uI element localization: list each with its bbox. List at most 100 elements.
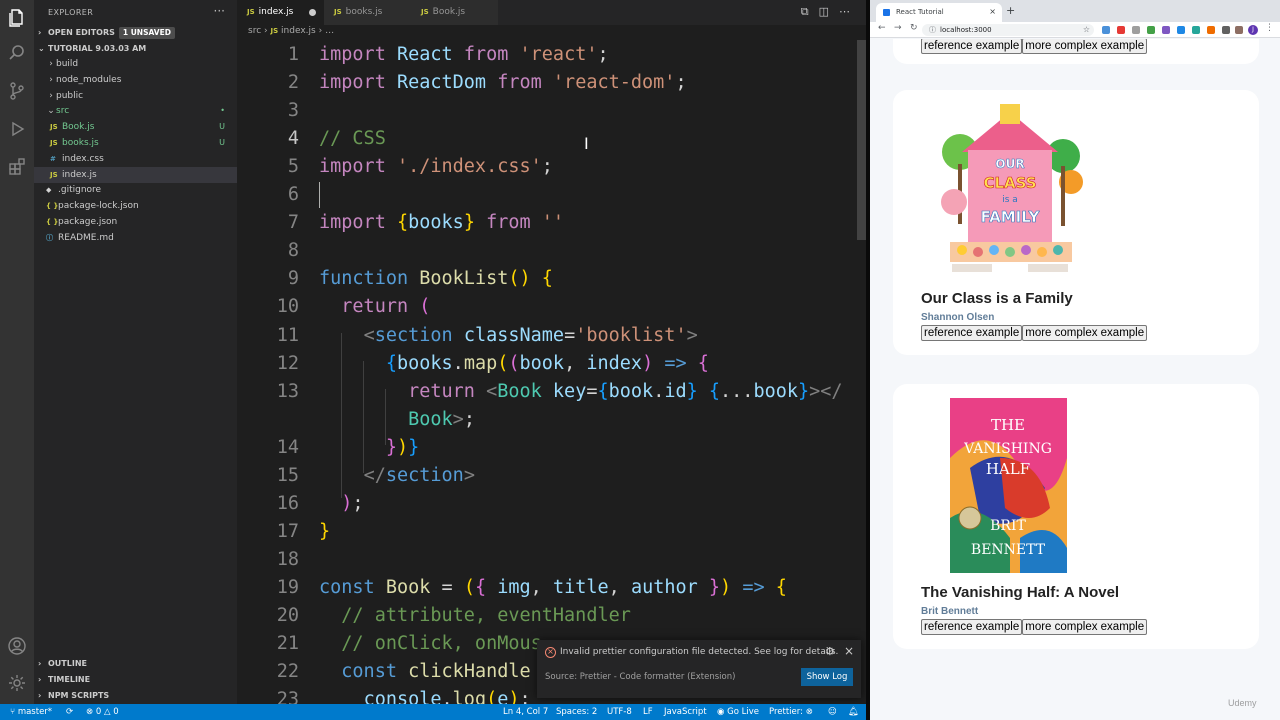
more-actions-icon[interactable]: ··· <box>214 4 225 18</box>
line-number[interactable]: 22 <box>237 658 299 686</box>
unsaved-dot-icon[interactable] <box>309 9 316 16</box>
code-line[interactable]: 6 <box>237 181 857 209</box>
indentation[interactable]: Spaces: 2 <box>556 704 597 720</box>
extension-icon[interactable] <box>1102 26 1110 34</box>
line-number[interactable]: 13 <box>237 378 299 406</box>
feedback-icon[interactable]: ☺ <box>828 704 837 720</box>
notification-settings-icon[interactable]: ⚙ <box>825 645 835 658</box>
code-line[interactable]: 10 return ( <box>237 293 857 321</box>
breadcrumb-file[interactable]: index.js <box>281 26 316 36</box>
notifications-bell-icon[interactable]: 🔔︎ <box>848 704 859 720</box>
tree-item-books-js[interactable]: JS books.js U <box>34 135 237 151</box>
reference-example-button[interactable]: reference example <box>921 39 1023 54</box>
line-number[interactable]: 19 <box>237 574 299 602</box>
timeline-section[interactable]: › TIMELINE <box>34 672 237 688</box>
line-number[interactable]: 4 <box>237 125 299 153</box>
encoding[interactable]: UTF-8 <box>607 704 632 720</box>
tree-item-build[interactable]: › build <box>34 56 237 72</box>
tree-item-package-json[interactable]: { }package.json <box>34 214 237 230</box>
code-line[interactable]: 20 // attribute, eventHandler <box>237 602 857 630</box>
address-bar[interactable]: ⓘ localhost:3000 ☆ <box>922 24 1094 36</box>
tree-item-book-js[interactable]: JS Book.js U <box>34 119 237 135</box>
more-actions-icon[interactable]: ⋯ <box>839 5 860 18</box>
tree-item-index-js[interactable]: JS index.js <box>34 166 237 183</box>
line-number[interactable]: 18 <box>237 546 299 574</box>
extension-icon[interactable] <box>1117 26 1125 34</box>
line-number[interactable]: 3 <box>237 97 299 125</box>
run-debug-icon[interactable] <box>7 119 27 139</box>
code-line[interactable]: 18 <box>237 546 857 574</box>
code-line[interactable]: 3 <box>237 97 857 125</box>
extension-icon[interactable] <box>1162 26 1170 34</box>
settings-gear-icon[interactable] <box>7 673 27 693</box>
source-control-icon[interactable] <box>7 81 27 101</box>
code-line[interactable]: 13 return <Book key={book.id} {...book}>… <box>237 378 857 406</box>
line-number[interactable]: 12 <box>237 350 299 378</box>
extension-icon[interactable] <box>1132 26 1140 34</box>
compare-icon[interactable]: ⧉ <box>801 5 819 18</box>
reload-icon[interactable]: ↻ <box>910 23 918 33</box>
code-line[interactable]: 4 // CSS <box>237 125 857 153</box>
split-editor-icon[interactable]: ◫ <box>819 5 839 18</box>
tab-book-js[interactable]: JS Book.js <box>411 0 498 25</box>
code-line[interactable]: 1 import React from 'react'; <box>237 41 857 69</box>
prettier-status[interactable]: Prettier: ⊗ <box>769 704 813 720</box>
line-number[interactable]: 21 <box>237 630 299 658</box>
line-ending[interactable]: LF <box>643 704 653 720</box>
extension-icon[interactable] <box>1235 26 1243 34</box>
profile-avatar[interactable]: J <box>1248 25 1258 35</box>
code-line[interactable]: Book>; <box>237 406 857 434</box>
go-live-button[interactable]: ◉ Go Live <box>717 704 759 720</box>
reference-example-button[interactable]: reference example <box>921 619 1023 635</box>
line-number[interactable]: 10 <box>237 293 299 321</box>
search-icon[interactable] <box>7 43 27 63</box>
problems-indicator[interactable]: ⊗ 0 △ 0 <box>86 704 119 720</box>
code-line[interactable]: 19 const Book = ({ img, title, author }) … <box>237 574 857 602</box>
code-line[interactable]: 2 import ReactDom from 'react-dom'; <box>237 69 857 97</box>
account-icon[interactable] <box>7 636 27 656</box>
line-number[interactable]: 14 <box>237 434 299 462</box>
code-line[interactable]: 7 import {books} from '' <box>237 209 857 237</box>
tab-books-js[interactable]: JS books.js <box>324 0 411 25</box>
npm-scripts-section[interactable]: › NPM SCRIPTS <box>34 688 237 704</box>
close-icon[interactable]: × <box>844 644 854 658</box>
line-number[interactable]: 6 <box>237 181 299 209</box>
code-line[interactable]: 15 </section> <box>237 462 857 490</box>
show-log-button[interactable]: Show Log <box>801 668 853 686</box>
language-mode[interactable]: JavaScript <box>664 704 707 720</box>
tree-item-node-modules[interactable]: › node_modules <box>34 72 237 88</box>
line-number[interactable]: 5 <box>237 153 299 181</box>
line-number[interactable]: 7 <box>237 209 299 237</box>
code-line[interactable]: 5 import './index.css'; <box>237 153 857 181</box>
browser-menu-icon[interactable]: ⋮ <box>1265 23 1274 33</box>
line-number[interactable]: 9 <box>237 265 299 293</box>
line-number[interactable]: 8 <box>237 237 299 265</box>
extension-icon[interactable] <box>1192 26 1200 34</box>
breadcrumb-symbol[interactable]: … <box>325 26 334 36</box>
outline-section[interactable]: › OUTLINE <box>34 656 237 672</box>
open-editors-section[interactable]: › OPEN EDITORS 1 UNSAVED <box>34 25 237 41</box>
line-number[interactable]: 15 <box>237 462 299 490</box>
reference-example-button[interactable]: reference example <box>921 325 1023 341</box>
bookmark-star-icon[interactable]: ☆ <box>1083 24 1090 36</box>
line-number[interactable]: 1 <box>237 41 299 69</box>
more-complex-example-button[interactable]: more complex example <box>1022 39 1148 54</box>
tree-item-public[interactable]: › public <box>34 88 237 104</box>
browser-tab[interactable]: React Tutorial × <box>876 3 1002 22</box>
code-line[interactable]: 14 })} <box>237 434 857 462</box>
extension-icon[interactable] <box>1147 26 1155 34</box>
workspace-section[interactable]: ⌄ TUTORIAL 9.03.03 AM <box>34 41 237 57</box>
code-line[interactable]: 11 <section className='booklist'> <box>237 322 857 350</box>
explorer-icon[interactable] <box>7 7 27 27</box>
extension-icon[interactable] <box>1177 26 1185 34</box>
extensions-puzzle-icon[interactable] <box>1222 26 1230 34</box>
tree-item-src[interactable]: ⌄src • <box>34 103 237 119</box>
extensions-icon[interactable] <box>7 157 27 177</box>
sync-icon[interactable]: ⟳ <box>66 704 73 720</box>
git-branch[interactable]: ⑂ master* <box>10 704 52 720</box>
code-line[interactable]: 9 function BookList() { <box>237 265 857 293</box>
code-editor[interactable]: 1 import React from 'react'; 2 import React… <box>237 40 857 704</box>
more-complex-example-button[interactable]: more complex example <box>1022 325 1148 341</box>
line-number[interactable]: 17 <box>237 518 299 546</box>
line-number[interactable]: 20 <box>237 602 299 630</box>
